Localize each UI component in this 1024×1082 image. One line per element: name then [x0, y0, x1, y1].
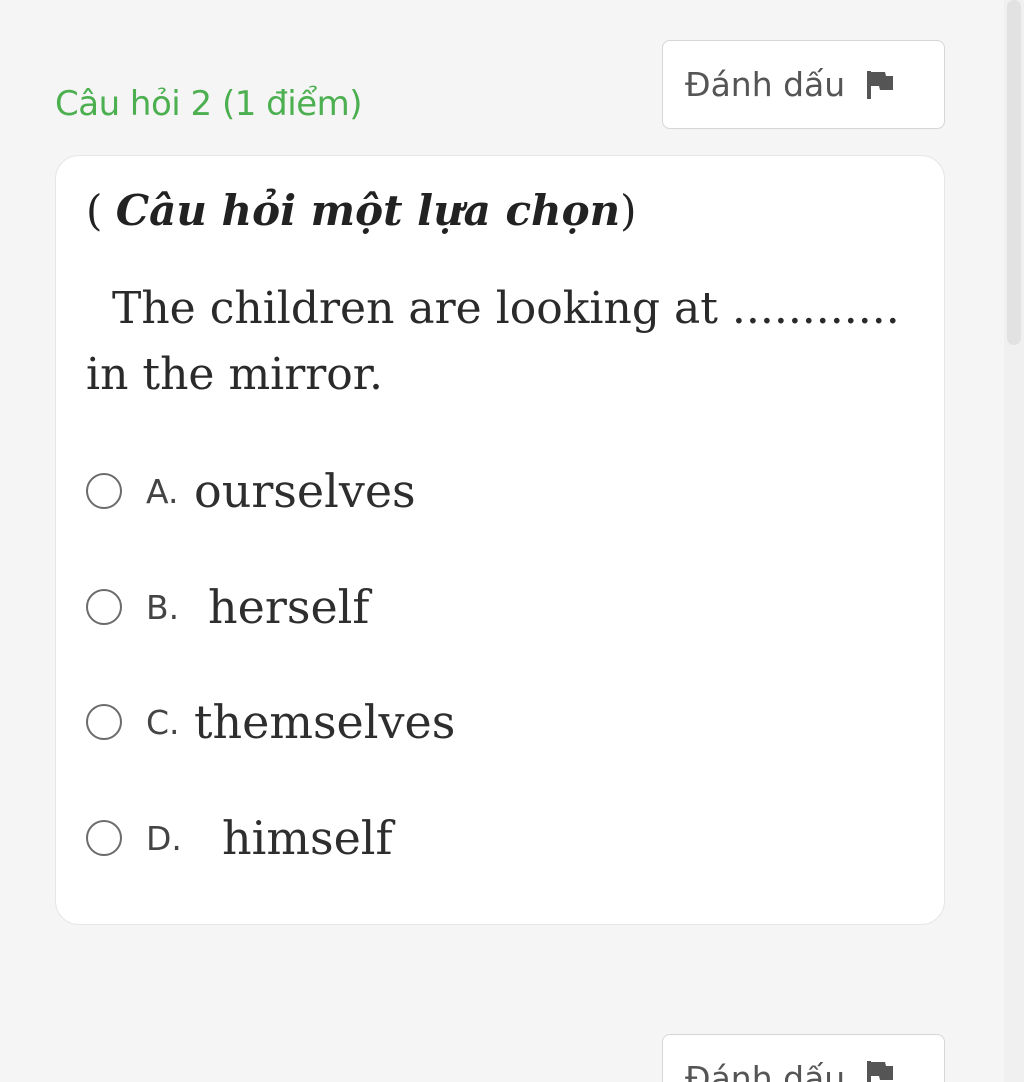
flag-button-label: Đánh dấu [685, 65, 846, 104]
option-a-radio[interactable] [86, 473, 122, 509]
option-a-letter: A. [146, 471, 179, 511]
option-c[interactable]: C. themselves [86, 692, 455, 752]
question-type-label: Câu hỏi một lựa chọn [115, 186, 621, 235]
option-b-radio[interactable] [86, 589, 122, 625]
option-c-text: themselves [194, 695, 456, 749]
question-type-open: ( [86, 186, 103, 235]
option-c-letter: C. [146, 702, 180, 742]
flag-icon [865, 69, 895, 101]
option-b-text: herself [208, 580, 370, 634]
option-d[interactable]: D. himself [86, 808, 393, 868]
option-b[interactable]: B. herself [86, 577, 369, 637]
flag-button[interactable]: Đánh dấu [662, 40, 945, 129]
question-title: Câu hỏi 2 (1 điểm) [55, 84, 363, 124]
option-c-radio[interactable] [86, 704, 122, 740]
question-type: ( Câu hỏi một lựa chọn) [86, 186, 637, 235]
question-text: The children are looking at ............… [86, 283, 900, 400]
question-type-close: ) [620, 186, 637, 235]
option-b-letter: B. [146, 587, 180, 627]
scrollbar[interactable] [1004, 0, 1024, 1082]
next-flag-icon [865, 1059, 895, 1082]
next-flag-button-label: Đánh dấu [685, 1059, 846, 1082]
option-d-letter: D. [146, 818, 182, 858]
option-a-text: ourselves [194, 464, 416, 518]
option-d-radio[interactable] [86, 820, 122, 856]
scroll-thumb[interactable] [1007, 0, 1021, 345]
next-flag-button[interactable]: Đánh dấu [662, 1034, 945, 1082]
option-d-text: himself [222, 811, 393, 865]
question-card: ( Câu hỏi một lựa chọn) The children are… [55, 155, 945, 925]
option-a[interactable]: A. ourselves [86, 461, 416, 521]
